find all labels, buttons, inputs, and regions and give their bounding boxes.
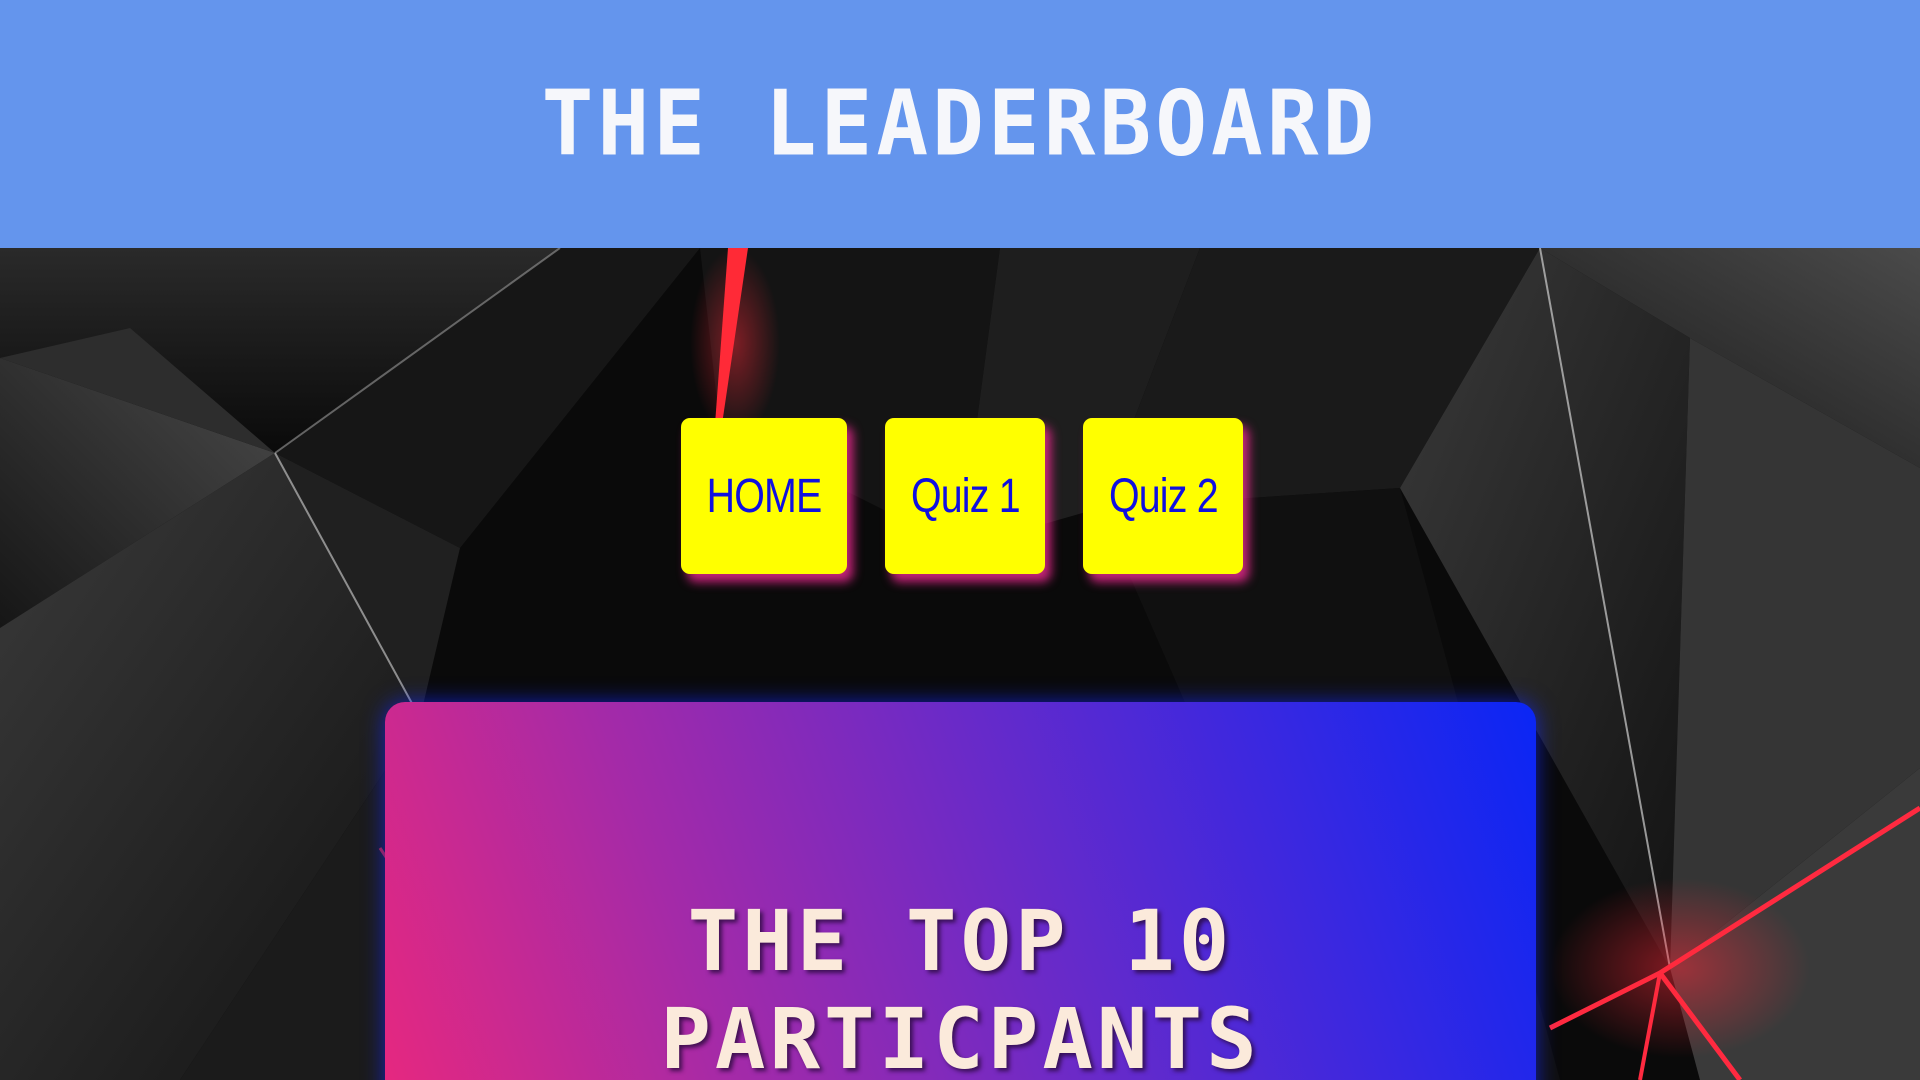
leaderboard-card: THE TOP 10 PARTICPANTS (385, 702, 1536, 1080)
leaderboard-heading-line1: THE TOP 10 (687, 892, 1234, 990)
quiz-1-button[interactable]: Quiz 1 (885, 418, 1045, 574)
quiz-1-button-label: Quiz 1 (910, 469, 1021, 523)
quiz-2-button-label: Quiz 2 (1108, 469, 1219, 523)
home-button-label: HOME (706, 469, 823, 523)
page-title: THE LEADERBOARD (541, 71, 1379, 177)
leaderboard-page: THE LEADERBOARD HOME Quiz 1 Quiz 2 THE T… (0, 0, 1920, 1080)
quiz-2-button[interactable]: Quiz 2 (1083, 418, 1243, 574)
leaderboard-heading-line2: PARTICPANTS (660, 990, 1261, 1080)
home-button[interactable]: HOME (681, 418, 847, 574)
main-nav: HOME Quiz 1 Quiz 2 (0, 418, 1920, 574)
page-header: THE LEADERBOARD (0, 0, 1920, 248)
leaderboard-heading: THE TOP 10 PARTICPANTS (385, 892, 1536, 1080)
